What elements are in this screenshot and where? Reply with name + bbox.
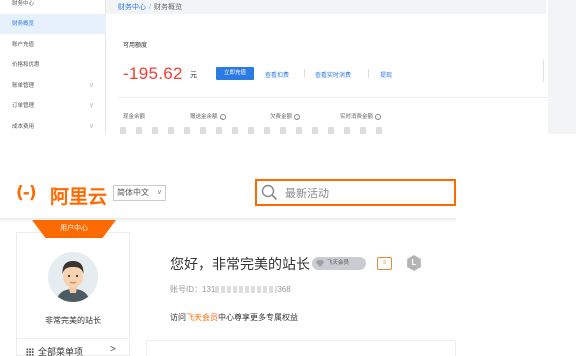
sidebar-item-bills[interactable]: 账单管理 ∨ (0, 76, 106, 96)
composite-screenshot: 财务中心 财务概览 账户充值 价格和优惠 账单管理 ∨ 订单管理 ∨ 成本费用 ∨ 财… (0, 0, 576, 356)
breadcrumb: 财务中心 / 财务概览 (118, 2, 182, 12)
search-icon[interactable] (261, 184, 278, 201)
sidebar-item-costs[interactable]: 成本费用 ∨ (0, 117, 106, 137)
chevron-down-icon: ∨ (88, 82, 94, 89)
withdraw-link[interactable]: 提现 (380, 70, 392, 79)
divider (16, 338, 130, 339)
avatar[interactable] (48, 252, 98, 302)
currency-unit: 元 (190, 72, 197, 79)
page-background-strip (548, 0, 576, 134)
sidebar-item-label: 价格和优惠 (12, 62, 40, 68)
sidebar-item-label: 订单管理 (12, 103, 35, 109)
all-menu-item[interactable]: 全部菜单项 (26, 345, 83, 356)
search-input[interactable]: 最新活动 (285, 185, 329, 201)
greeting-title: 您好，非常完美的站长 (170, 256, 310, 272)
link-divider (368, 69, 369, 78)
sidebar-item-finance-center[interactable]: 财务中心 (0, 0, 106, 14)
username: 非常完美的站长 (45, 316, 101, 325)
info-icon[interactable]: i (219, 114, 226, 120)
sidebar-item-recharge[interactable]: 账户充值 (0, 35, 106, 55)
link-divider (304, 69, 305, 78)
chevron-down-icon: ∨ (88, 102, 94, 109)
search-box[interactable]: 最新活动 (255, 179, 456, 206)
account-id-start: 131 (202, 285, 216, 294)
finance-console: 财务中心 财务概览 账户充值 价格和优惠 账单管理 ∨ 订单管理 ∨ 成本费用 ∨ 财… (0, 0, 576, 134)
available-credit-label: 可用额度 (123, 43, 148, 49)
breadcrumb-root-link[interactable]: 财务中心 (118, 4, 146, 11)
vip-badge-label: 飞天会员 (327, 260, 350, 266)
balance-value: -195.62 (123, 64, 183, 83)
divider (118, 97, 548, 98)
finance-sidebar: 财务中心 财务概览 账户充值 价格和优惠 账单管理 ∨ 订单管理 ∨ 成本费用 ∨ (0, 0, 106, 134)
stat-label: 赠送金余额 (190, 114, 218, 120)
sidebar-item-orders[interactable]: 订单管理 ∨ (0, 96, 106, 116)
view-realtime-consumption-link[interactable]: 查看实时消费 (315, 70, 351, 79)
stat-label: 实时消费金额 (340, 114, 374, 120)
section-divider (543, 60, 544, 82)
sidebar-item-label: 账单管理 (12, 83, 35, 89)
chevron-down-icon: ∨ (88, 123, 94, 130)
sidebar-item-label: 账户充值 (12, 42, 35, 48)
view-deductions-link[interactable]: 查看扣费 (265, 70, 289, 79)
user-avatar-icon (48, 252, 98, 302)
account-id-redacted (215, 286, 278, 293)
member-promo: 访问飞天会员中心尊享更多专属权益 (170, 312, 298, 323)
aliyun-logo-icon: (-) (16, 183, 37, 203)
recharge-button[interactable]: 立即充值 (216, 67, 254, 80)
stat-label: 现金余额 (123, 114, 146, 120)
account-id-end: 368 (277, 285, 291, 294)
breadcrumb-current: 财务概览 (153, 4, 182, 11)
aliyun-logo-text: 阿里云 (50, 186, 108, 208)
stat-gift-balance: 赠送金余额 i (190, 112, 226, 120)
language-select[interactable]: 简体中文 ∨ (113, 185, 166, 201)
id-card-icon[interactable]: ≡ (377, 257, 392, 270)
info-icon[interactable]: i (294, 114, 301, 120)
promo-suffix: 中心尊享更多专属权益 (218, 313, 298, 322)
sidebar-item-pricing[interactable]: 价格和优惠 (0, 55, 106, 75)
stat-label: 欠费金额 (270, 114, 293, 120)
language-label: 简体中文 (117, 188, 149, 197)
promo-prefix: 访问 (170, 313, 186, 322)
breadcrumb-separator: / (149, 4, 151, 11)
user-center-tag-label: 用户中心 (60, 225, 88, 232)
sidebar-item-label: 成本费用 (12, 124, 35, 130)
stat-realtime-consumption: 实时消费金额 i (340, 112, 382, 120)
promo-member-link[interactable]: 飞天会员 (186, 313, 218, 322)
diamond-icon (316, 260, 324, 267)
all-menu-label: 全部菜单项 (38, 347, 84, 356)
stat-cash-balance: 现金余额 (123, 112, 145, 120)
sidebar-item-finance-overview[interactable]: 财务概览 (0, 14, 106, 34)
account-id-label: 账号ID： (170, 285, 202, 294)
info-icon[interactable]: i (375, 114, 382, 120)
vip-badge[interactable]: 飞天会员 (312, 257, 366, 270)
stat-arrears: 欠费金额 i (270, 112, 301, 120)
sidebar-item-label: 财务中心 (12, 1, 35, 7)
chevron-right-icon[interactable]: > (110, 344, 116, 355)
chevron-down-icon: ∨ (156, 189, 162, 196)
grid-icon (26, 348, 34, 356)
obscured-values (120, 127, 390, 134)
sidebar-item-label: 财务概览 (12, 21, 35, 27)
content-card (146, 340, 456, 356)
account-id: 账号ID：131 368 (170, 284, 291, 295)
